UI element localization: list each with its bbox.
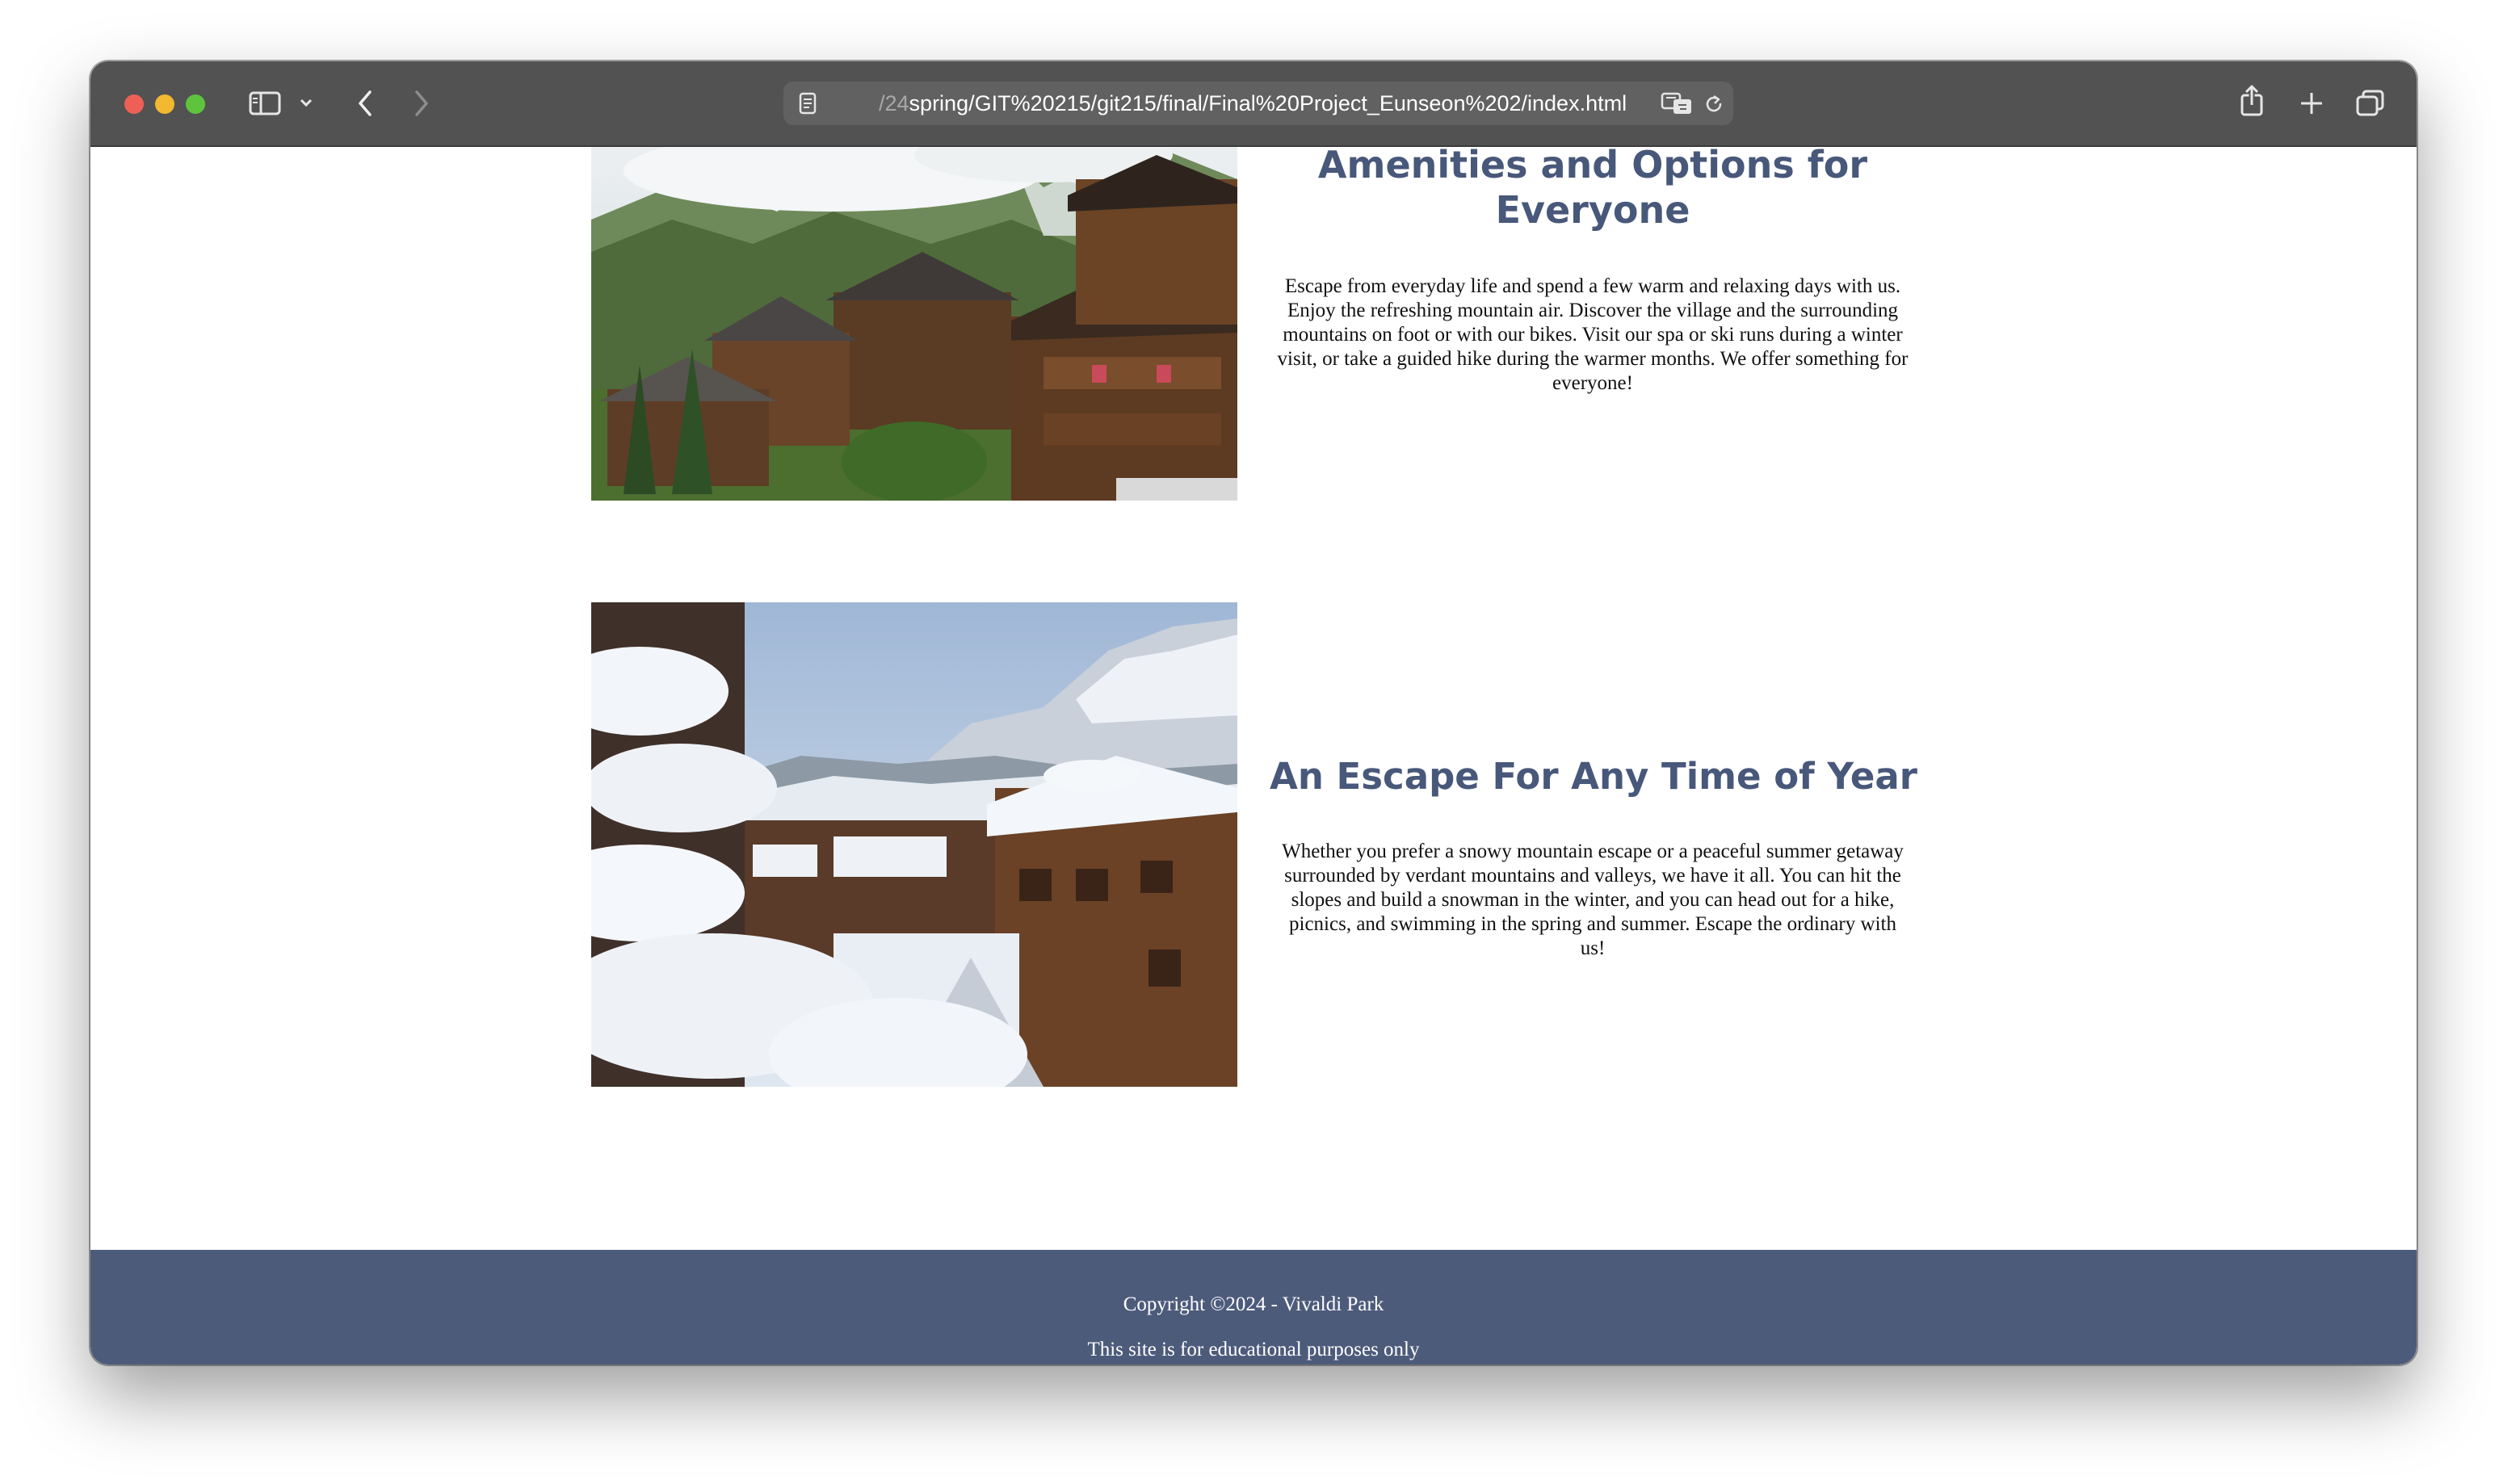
address-bar[interactable]: /24spring/GIT%20215/git215/final/Final%2… bbox=[783, 82, 1733, 125]
section-amenities: Amenities and Options for Everyone Escap… bbox=[1270, 147, 1916, 396]
browser-window: /24spring/GIT%20215/git215/final/Final%2… bbox=[90, 61, 2417, 1365]
reload-icon[interactable] bbox=[1703, 93, 1725, 115]
site-footer: Copyright ©2024 - Vivaldi Park This site… bbox=[90, 1250, 2417, 1365]
reader-icon[interactable] bbox=[798, 92, 817, 115]
mountain-village-photo bbox=[591, 147, 1237, 501]
section-escape: An Escape For Any Time of Year Whether y… bbox=[1270, 754, 1917, 961]
section-body: Whether you prefer a snowy mountain esca… bbox=[1282, 841, 1904, 959]
footer-note: This site is for educational purposes on… bbox=[1087, 1339, 1420, 1360]
sidebar-icon[interactable] bbox=[249, 90, 281, 116]
forward-icon[interactable] bbox=[412, 89, 431, 118]
zoom-window-button[interactable] bbox=[186, 94, 205, 114]
close-window-button[interactable] bbox=[124, 94, 144, 114]
chevron-down-icon[interactable] bbox=[299, 97, 313, 108]
url-prefix: /24 bbox=[879, 91, 909, 115]
url-text: /24spring/GIT%20215/git215/final/Final%2… bbox=[879, 82, 1627, 125]
section-heading: Amenities and Options for Everyone bbox=[1317, 147, 1868, 232]
url-path: spring/GIT%20215/git215/final/Final%20Pr… bbox=[909, 91, 1627, 115]
share-icon[interactable] bbox=[2237, 84, 2266, 118]
back-icon[interactable] bbox=[355, 89, 375, 118]
section-body: Escape from everyday life and spend a fe… bbox=[1277, 275, 1909, 394]
tabs-overview-icon[interactable] bbox=[2355, 89, 2386, 118]
browser-toolbar: /24spring/GIT%20215/git215/final/Final%2… bbox=[90, 61, 2417, 147]
page-content: Amenities and Options for Everyone Escap… bbox=[90, 147, 2417, 1365]
translate-icon[interactable] bbox=[1661, 91, 1693, 115]
minimize-window-button[interactable] bbox=[155, 94, 174, 114]
new-tab-icon[interactable] bbox=[2299, 90, 2324, 116]
section-heading: An Escape For Any Time of Year bbox=[1270, 755, 1917, 798]
snowy-village-photo bbox=[591, 602, 1237, 1087]
footer-copyright: Copyright ©2024 - Vivaldi Park bbox=[1123, 1293, 1384, 1315]
